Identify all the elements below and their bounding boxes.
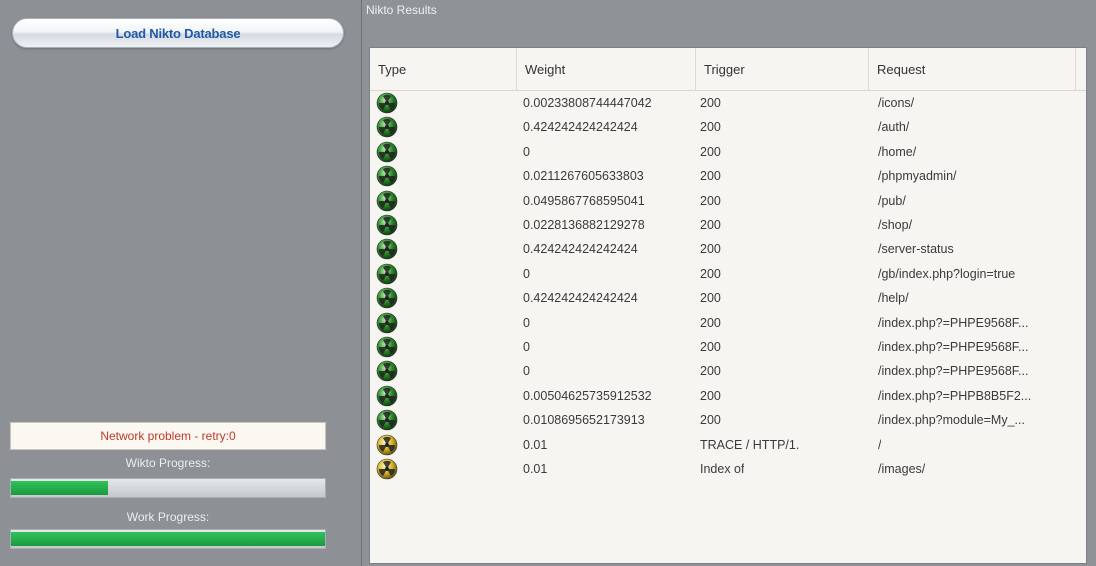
weight-cell: 0.0495867768595041 bbox=[523, 193, 645, 208]
trigger-cell: 200 bbox=[700, 120, 721, 135]
table-row[interactable]: 0.00504625735912532 200/index.php?=PHPB8B… bbox=[370, 384, 1086, 408]
trigger-cell: 200 bbox=[700, 291, 721, 306]
table-row[interactable]: 0 200/home/ bbox=[370, 140, 1086, 164]
table-row[interactable]: 0.0108695652173913 200/index.php?module=M… bbox=[370, 408, 1086, 432]
trigger-cell: 200 bbox=[700, 315, 721, 330]
request-cell: /gb/index.php?login=true bbox=[878, 266, 1016, 281]
green-radiation-icon bbox=[376, 287, 398, 309]
request-cell: /icons/ bbox=[878, 96, 915, 110]
trigger-cell: 200 bbox=[700, 144, 721, 159]
green-radiation-icon bbox=[376, 141, 398, 163]
column-header-type[interactable]: Type bbox=[370, 48, 517, 91]
table-row[interactable]: 0 200/gb/index.php?login=true bbox=[370, 262, 1086, 286]
green-radiation-icon bbox=[376, 360, 398, 382]
request-cell: /server-status bbox=[878, 242, 954, 257]
request-cell: /index.php?=PHPE9568F... bbox=[878, 364, 1029, 379]
panel-title: Nikto Results bbox=[366, 3, 437, 17]
trigger-cell: 200 bbox=[700, 96, 721, 110]
column-header-trigger[interactable]: Trigger bbox=[696, 48, 869, 91]
table-row[interactable]: 0.0495867768595041 200/pub/ bbox=[370, 189, 1086, 213]
green-radiation-icon bbox=[376, 336, 398, 358]
table-row[interactable]: 0.0211267605633803 200/phpmyadmin/ bbox=[370, 164, 1086, 188]
weight-cell: 0 bbox=[523, 340, 530, 354]
nikto-results-list[interactable]: Type Weight Trigger Request 0.0023380874… bbox=[369, 47, 1087, 564]
weight-cell: 0 bbox=[523, 364, 530, 379]
table-row[interactable]: 0.424242424242424 200/server-status bbox=[370, 237, 1086, 261]
work-progress-fill bbox=[11, 532, 325, 546]
weight-cell: 0 bbox=[523, 315, 530, 330]
trigger-cell: TRACE / HTTP/1. bbox=[700, 437, 800, 452]
wikto-progress-fill bbox=[11, 481, 109, 495]
request-cell: /index.php?=PHPB8B5F2... bbox=[878, 388, 1032, 403]
table-row[interactable]: 0.01 TRACE / HTTP/1. / bbox=[370, 433, 1086, 457]
yellow-radiation-icon bbox=[376, 434, 398, 456]
request-cell: /index.php?=PHPE9568F... bbox=[878, 340, 1029, 354]
weight-cell: 0.424242424242424 bbox=[523, 242, 638, 257]
trigger-cell: 200 bbox=[700, 169, 721, 184]
work-progress-label: Work Progress: bbox=[126, 510, 210, 524]
green-radiation-icon bbox=[376, 214, 398, 236]
load-nikto-database-button[interactable]: Load Nikto Database bbox=[12, 18, 344, 48]
trigger-cell: 200 bbox=[700, 340, 721, 354]
column-header-row: Type Weight Trigger Request bbox=[370, 48, 1086, 91]
green-radiation-icon bbox=[376, 263, 398, 285]
weight-cell: 0.0211267605633803 bbox=[523, 169, 644, 184]
right-panel: Nikto Results Type Weight Trigger Reques… bbox=[362, 0, 1096, 566]
request-cell: /auth/ bbox=[878, 120, 910, 135]
table-row[interactable]: 0 200/index.php?=PHPE9568F... bbox=[370, 311, 1086, 335]
green-radiation-icon bbox=[376, 312, 398, 334]
green-radiation-icon bbox=[376, 385, 398, 407]
wikto-progress-label: Wikto Progress: bbox=[125, 456, 211, 470]
trigger-cell: 200 bbox=[700, 218, 721, 232]
table-row[interactable]: 0 200/index.php?=PHPE9568F... bbox=[370, 359, 1086, 383]
request-cell: /pub/ bbox=[878, 193, 906, 208]
request-cell: /shop/ bbox=[878, 218, 913, 232]
weight-cell: 0.01 bbox=[523, 462, 548, 476]
column-header-weight[interactable]: Weight bbox=[517, 48, 696, 91]
column-header-request[interactable]: Request bbox=[869, 48, 1076, 91]
table-row[interactable]: 0.01 Index of/images/ bbox=[370, 457, 1086, 481]
weight-cell: 0.0108695652173913 bbox=[523, 413, 645, 428]
table-row[interactable]: 0.00233808744447042 200/icons/ bbox=[370, 91, 1086, 115]
request-cell: / bbox=[878, 437, 882, 452]
green-radiation-icon bbox=[376, 190, 398, 212]
weight-cell: 0.01 bbox=[523, 437, 548, 452]
trigger-cell: 200 bbox=[700, 193, 721, 208]
request-cell: /phpmyadmin/ bbox=[878, 169, 957, 184]
work-progress-bar bbox=[10, 529, 326, 549]
table-row[interactable]: 0 200/index.php?=PHPE9568F... bbox=[370, 335, 1086, 359]
trigger-cell: 200 bbox=[700, 364, 721, 379]
status-message: Network problem - retry:0 bbox=[10, 422, 326, 450]
table-row[interactable]: 0.424242424242424 200/help/ bbox=[370, 286, 1086, 310]
request-cell: /images/ bbox=[878, 462, 926, 476]
weight-cell: 0.0228136882129278 bbox=[523, 218, 645, 232]
request-cell: /index.php?=PHPE9568F... bbox=[878, 315, 1029, 330]
trigger-cell: 200 bbox=[700, 388, 721, 403]
table-row[interactable]: 0.0228136882129278 200/shop/ bbox=[370, 213, 1086, 237]
left-panel: Load Nikto Database Network problem - re… bbox=[0, 0, 362, 566]
weight-cell: 0.00233808744447042 bbox=[523, 96, 652, 110]
green-radiation-icon bbox=[376, 409, 398, 431]
yellow-radiation-icon bbox=[376, 458, 398, 480]
weight-cell: 0.00504625735912532 bbox=[523, 388, 652, 403]
table-row[interactable]: 0.424242424242424 200/auth/ bbox=[370, 115, 1086, 139]
trigger-cell: Index of bbox=[700, 462, 745, 476]
request-cell: /help/ bbox=[878, 291, 909, 306]
weight-cell: 0.424242424242424 bbox=[523, 120, 638, 135]
trigger-cell: 200 bbox=[700, 413, 721, 428]
request-cell: /home/ bbox=[878, 144, 917, 159]
weight-cell: 0 bbox=[523, 144, 530, 159]
green-radiation-icon bbox=[376, 92, 398, 114]
trigger-cell: 200 bbox=[700, 242, 721, 257]
weight-cell: 0 bbox=[523, 266, 530, 281]
green-radiation-icon bbox=[376, 116, 398, 138]
request-cell: /index.php?module=My_... bbox=[878, 413, 1025, 428]
wikto-progress-bar bbox=[10, 478, 326, 498]
green-radiation-icon bbox=[376, 238, 398, 260]
weight-cell: 0.424242424242424 bbox=[523, 291, 638, 306]
trigger-cell: 200 bbox=[700, 266, 721, 281]
green-radiation-icon bbox=[376, 165, 398, 187]
